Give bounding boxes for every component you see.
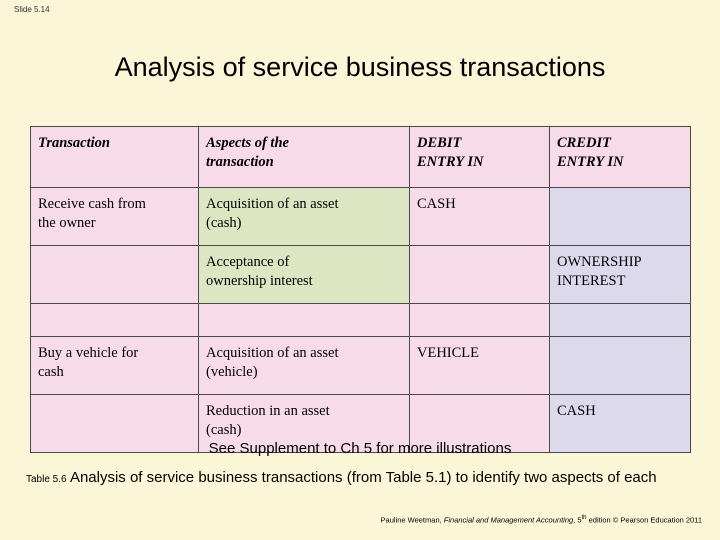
footer-edition-rest: edition © Pearson Education 2011 bbox=[586, 515, 702, 525]
cell-line2: cash bbox=[38, 364, 64, 381]
header-text-line2: ENTRY IN bbox=[417, 154, 484, 171]
header-text: Transaction bbox=[38, 135, 110, 151]
page-title: Analysis of service business transaction… bbox=[114, 52, 606, 82]
cell-credit bbox=[549, 336, 691, 395]
table-row: Acceptance of ownership interest OWNERSH… bbox=[30, 245, 691, 304]
column-header-transaction: Transaction bbox=[30, 126, 199, 188]
column-header-aspects: Aspects of the transaction bbox=[198, 126, 410, 188]
cell-line2: the owner bbox=[38, 215, 96, 232]
cell-line2: (cash) bbox=[206, 215, 242, 232]
cell-line1: Acquisition of an asset bbox=[206, 345, 339, 361]
cell-line2: (cash) bbox=[206, 422, 242, 439]
cell-transaction: Buy a vehicle for cash bbox=[30, 336, 199, 395]
cell-text: CASH bbox=[417, 196, 456, 212]
table-separator-row bbox=[30, 303, 691, 337]
footer-author: Pauline Weetman, bbox=[380, 515, 444, 525]
slide-number: Slide 5.14 bbox=[14, 5, 50, 14]
cell-line2: ownership interest bbox=[206, 273, 313, 290]
copyright-footer: Pauline Weetman, Financial and Managemen… bbox=[381, 515, 702, 525]
cell-line1: Acceptance of bbox=[206, 254, 290, 270]
cell-aspect: Acquisition of an asset (vehicle) bbox=[198, 336, 410, 395]
cell-credit: OWNERSHIP INTEREST bbox=[549, 245, 691, 304]
table-row: Buy a vehicle for cash Acquisition of an… bbox=[30, 336, 691, 395]
cell-line1: Buy a vehicle for bbox=[38, 345, 139, 361]
cell-transaction bbox=[30, 245, 199, 304]
table-header-row: Transaction Aspects of the transaction D… bbox=[30, 126, 691, 188]
cell-line2: (vehicle) bbox=[206, 364, 258, 381]
cell-line1: Receive cash from bbox=[38, 196, 146, 212]
column-header-debit: DEBIT ENTRY IN bbox=[409, 126, 550, 188]
table-caption-text-line2: aspects of each bbox=[551, 469, 657, 486]
header-text-line1: Aspects of the bbox=[206, 135, 289, 151]
cell-line1: Acquisition of an asset bbox=[206, 196, 339, 212]
cell-credit bbox=[549, 303, 691, 337]
cell-line1: OWNERSHIP bbox=[557, 254, 642, 270]
column-header-credit: CREDIT ENTRY IN bbox=[549, 126, 691, 188]
footer-book-title: Financial and Management Accounting bbox=[443, 515, 574, 525]
header-text-line2: ENTRY IN bbox=[557, 154, 624, 171]
cell-aspect bbox=[198, 303, 410, 337]
footer-edition: , 5 bbox=[573, 515, 582, 525]
header-text-line1: DEBIT bbox=[417, 135, 462, 151]
cell-debit: VEHICLE bbox=[409, 336, 550, 395]
cell-line2: INTEREST bbox=[557, 273, 626, 290]
table-caption-text-line1: Analysis of service business transaction… bbox=[69, 469, 548, 486]
cell-transaction: Receive cash from the owner bbox=[30, 187, 199, 246]
cell-aspect: Acquisition of an asset (cash) bbox=[198, 187, 410, 246]
cell-line1: Reduction in an asset bbox=[206, 403, 330, 419]
see-supplement-note: See Supplement to Ch 5 for more illustra… bbox=[208, 440, 512, 457]
cell-debit bbox=[409, 245, 550, 304]
cell-debit bbox=[409, 303, 550, 337]
table-row: Receive cash from the owner Acquisition … bbox=[30, 187, 691, 246]
cell-credit bbox=[549, 187, 691, 246]
cell-text: CASH bbox=[557, 403, 596, 419]
table-caption: Table 5.6 Analysis of service business t… bbox=[26, 468, 694, 488]
cell-transaction bbox=[30, 303, 199, 337]
header-text-line2: transaction bbox=[206, 154, 274, 171]
table-caption-label: Table 5.6 bbox=[26, 474, 67, 485]
cell-debit: CASH bbox=[409, 187, 550, 246]
cell-text: VEHICLE bbox=[417, 345, 480, 361]
transactions-table: Transaction Aspects of the transaction D… bbox=[30, 126, 691, 453]
cell-aspect: Acceptance of ownership interest bbox=[198, 245, 410, 304]
header-text-line1: CREDIT bbox=[557, 135, 611, 151]
